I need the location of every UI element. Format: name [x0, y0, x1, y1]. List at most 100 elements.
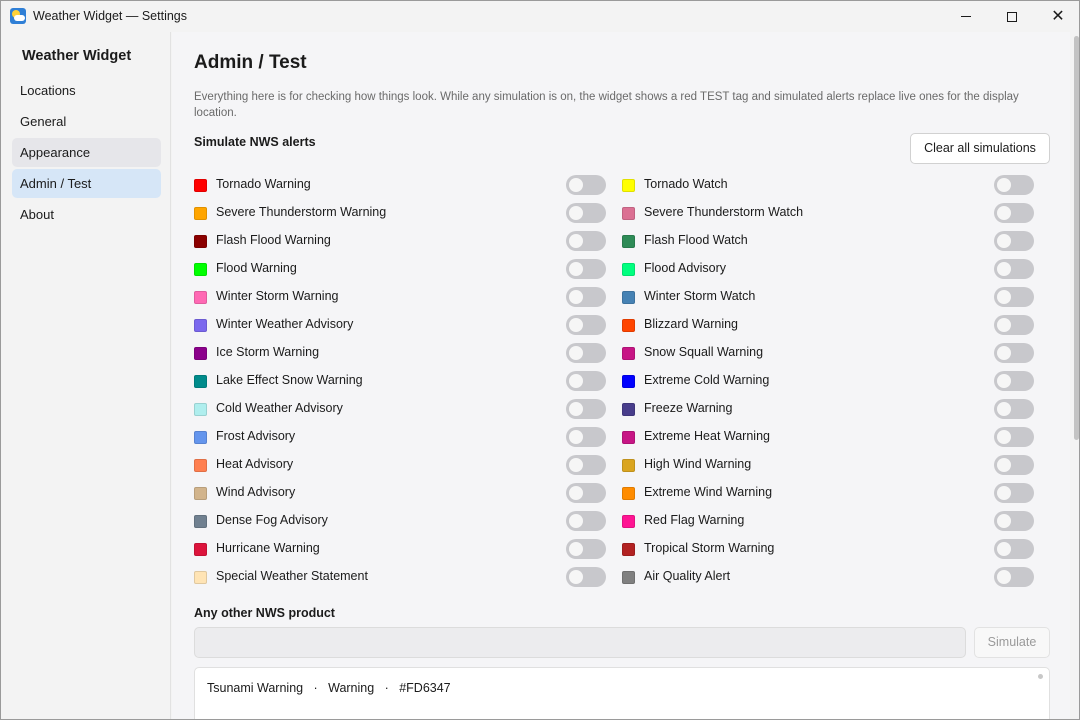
toggle-tornado-watch[interactable]	[994, 175, 1034, 195]
settings-window: Weather Widget — Settings ✕ Weather Widg…	[0, 0, 1080, 720]
toggle-tornado-warning[interactable]	[566, 175, 606, 195]
toggle-knob	[997, 346, 1011, 360]
alert-label: Lake Effect Snow Warning	[216, 373, 363, 387]
toggle-knob	[997, 290, 1011, 304]
maximize-button[interactable]	[989, 1, 1035, 32]
alert-row-severe-thunderstorm-warning: Severe Thunderstorm Warning	[194, 203, 386, 223]
toggle-lake-effect-snow-warning[interactable]	[566, 371, 606, 391]
alert-row-special-weather-statement: Special Weather Statement	[194, 567, 368, 587]
toggle-cold-weather-advisory[interactable]	[566, 399, 606, 419]
toggle-knob	[997, 458, 1011, 472]
sidebar-item-about[interactable]: About	[12, 200, 161, 229]
color-swatch	[622, 262, 635, 276]
color-swatch	[194, 542, 207, 556]
alert-label: Freeze Warning	[644, 401, 733, 415]
separator-dot: ·	[374, 681, 400, 695]
toggle-extreme-wind-warning[interactable]	[994, 483, 1034, 503]
toggle-flood-warning[interactable]	[566, 259, 606, 279]
alert-label: Winter Weather Advisory	[216, 317, 354, 331]
alert-label: Extreme Cold Warning	[644, 373, 770, 387]
alert-row-extreme-heat-warning: Extreme Heat Warning	[622, 427, 770, 447]
toggle-severe-thunderstorm-watch[interactable]	[994, 203, 1034, 223]
alert-label: Wind Advisory	[216, 485, 296, 499]
toggle-severe-thunderstorm-warning[interactable]	[566, 203, 606, 223]
alert-label: Special Weather Statement	[216, 569, 368, 583]
alert-row-extreme-cold-warning: Extreme Cold Warning	[622, 371, 769, 391]
toggle-winter-weather-advisory[interactable]	[566, 315, 606, 335]
color-swatch	[622, 458, 635, 472]
main-panel: Admin / Test Everything here is for chec…	[172, 32, 1070, 719]
clear-all-simulations-button[interactable]: Clear all simulations	[910, 133, 1050, 164]
alert-row-winter-storm-warning: Winter Storm Warning	[194, 287, 338, 307]
toggle-special-weather-statement[interactable]	[566, 567, 606, 587]
toggle-wind-advisory[interactable]	[566, 483, 606, 503]
simulation-result-item[interactable]: Tsunami Warning · Warning · #FD6347	[207, 681, 451, 695]
toggle-winter-storm-warning[interactable]	[566, 287, 606, 307]
alert-label: Extreme Wind Warning	[644, 485, 773, 499]
alert-row-ice-storm-warning: Ice Storm Warning	[194, 343, 319, 363]
toggle-air-quality-alert[interactable]	[994, 567, 1034, 587]
toggle-knob	[997, 430, 1011, 444]
window-title: Weather Widget — Settings	[33, 9, 188, 23]
toggle-snow-squall-warning[interactable]	[994, 343, 1034, 363]
toggle-heat-advisory[interactable]	[566, 455, 606, 475]
toggle-extreme-cold-warning[interactable]	[994, 371, 1034, 391]
color-swatch	[194, 570, 207, 584]
toggle-blizzard-warning[interactable]	[994, 315, 1034, 335]
color-swatch	[194, 430, 207, 444]
toggle-knob	[997, 570, 1011, 584]
alert-label: Severe Thunderstorm Warning	[216, 205, 387, 219]
toggle-knob	[569, 346, 583, 360]
sidebar-item-appearance[interactable]: Appearance	[12, 138, 161, 167]
toggle-extreme-heat-warning[interactable]	[994, 427, 1034, 447]
toggle-hurricane-warning[interactable]	[566, 539, 606, 559]
sidebar-item-admin-test[interactable]: Admin / Test	[12, 169, 161, 198]
simulate-button[interactable]: Simulate	[974, 627, 1050, 658]
alert-label: Flash Flood Watch	[644, 233, 748, 247]
toggle-ice-storm-warning[interactable]	[566, 343, 606, 363]
color-swatch	[194, 514, 207, 528]
toggle-knob	[997, 402, 1011, 416]
toggle-flash-flood-watch[interactable]	[994, 231, 1034, 251]
toggle-flood-advisory[interactable]	[994, 259, 1034, 279]
alert-row-blizzard-warning: Blizzard Warning	[622, 315, 738, 335]
toggle-knob	[997, 542, 1011, 556]
alert-row-red-flag-warning: Red Flag Warning	[622, 511, 744, 531]
color-swatch	[622, 234, 635, 248]
toggle-freeze-warning[interactable]	[994, 399, 1034, 419]
alert-label: Tornado Watch	[644, 177, 728, 191]
sidebar-item-general[interactable]: General	[12, 107, 161, 136]
vertical-scrollbar[interactable]	[1072, 32, 1079, 719]
toggle-high-wind-warning[interactable]	[994, 455, 1034, 475]
alert-label: Dense Fog Advisory	[216, 513, 328, 527]
toggle-dense-fog-advisory[interactable]	[566, 511, 606, 531]
color-swatch	[194, 290, 207, 304]
minimize-button[interactable]	[943, 1, 989, 32]
sidebar: Weather Widget Locations General Appeara…	[1, 32, 171, 719]
alert-label: Ice Storm Warning	[216, 345, 320, 359]
alert-row-flood-warning: Flood Warning	[194, 259, 297, 279]
scrollbar-thumb[interactable]	[1074, 36, 1079, 440]
alert-label: High Wind Warning	[644, 457, 752, 471]
cloud-shape	[14, 15, 25, 21]
toggle-knob	[569, 570, 583, 584]
close-button[interactable]: ✕	[1035, 1, 1079, 32]
color-swatch	[194, 318, 207, 332]
toggle-frost-advisory[interactable]	[566, 427, 606, 447]
toggle-knob	[569, 458, 583, 472]
result-alert-type: Warning	[328, 681, 375, 695]
nws-product-input[interactable]	[194, 627, 966, 658]
toggle-red-flag-warning[interactable]	[994, 511, 1034, 531]
color-swatch	[194, 402, 207, 416]
alert-label: Heat Advisory	[216, 457, 294, 471]
toggle-flash-flood-warning[interactable]	[566, 231, 606, 251]
toggle-tropical-storm-warning[interactable]	[994, 539, 1034, 559]
toggle-winter-storm-watch[interactable]	[994, 287, 1034, 307]
close-icon: ✕	[1051, 7, 1065, 25]
alert-label: Air Quality Alert	[644, 569, 731, 583]
sidebar-item-locations[interactable]: Locations	[12, 76, 161, 105]
toggle-knob	[997, 178, 1011, 192]
alert-label: Red Flag Warning	[644, 513, 745, 527]
result-color-code: #FD6347	[399, 681, 451, 695]
toggle-knob	[997, 262, 1011, 276]
